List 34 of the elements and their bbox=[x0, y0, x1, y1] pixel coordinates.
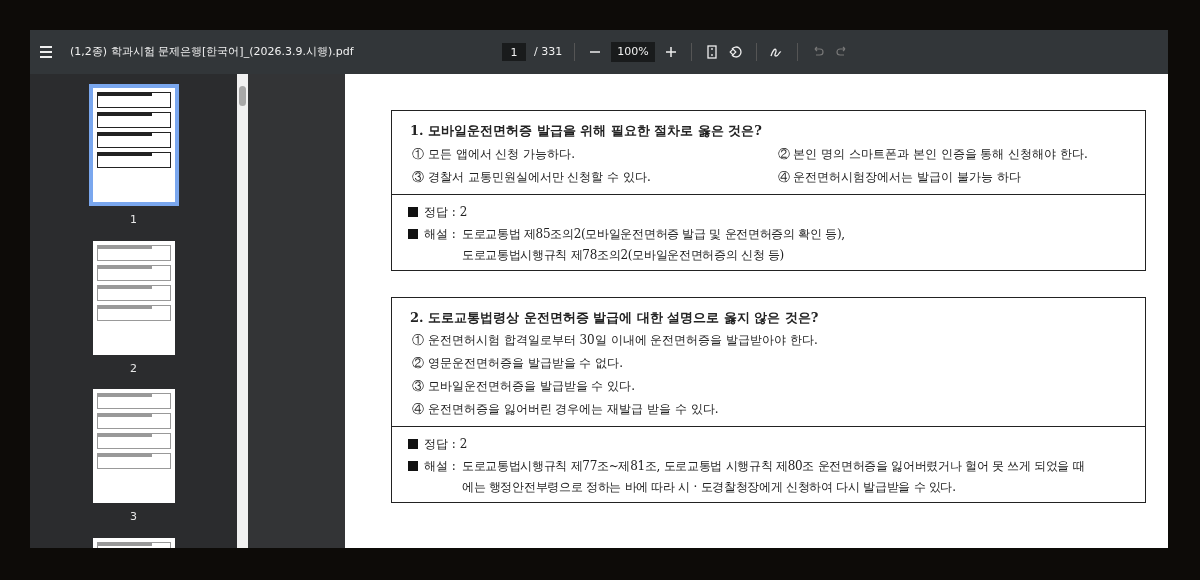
correct-answer: 정답 : 2 bbox=[424, 436, 468, 453]
zoom-level-field[interactable]: 100% bbox=[611, 41, 655, 63]
answer-option: ① 운전면허시험 합격일로부터 30일 이내에 운전면허증을 발급받아야 한다. bbox=[412, 331, 1127, 349]
scrollbar[interactable] bbox=[237, 74, 248, 548]
square-bullet-icon bbox=[408, 439, 418, 449]
document-title: (1,2종) 학과시험 문제은행[한국어]_(2026.3.9.시행).pdf bbox=[70, 43, 354, 60]
explanation-label: 해설 : bbox=[424, 225, 456, 243]
page-number-label: 1 bbox=[130, 212, 137, 228]
page-number-label: 3 bbox=[130, 509, 137, 525]
page-number-field[interactable]: 1 bbox=[502, 43, 526, 61]
explanation-text: 도로교통법시행규칙 제78조의2(모바일운전면허증의 신청 등) bbox=[461, 246, 785, 264]
page-thumbnail[interactable] bbox=[92, 389, 175, 503]
explanation-text: 도로교통법 제85조의2(모바일운전면허증 발급 및 운전면허증의 확인 등), bbox=[461, 225, 845, 243]
square-bullet-icon bbox=[408, 461, 418, 471]
question-title: 2. 도로교통법령상 운전면허증 발급에 대한 설명으로 옳지 않은 것은? bbox=[410, 308, 820, 327]
explanation-label: 해설 : bbox=[424, 458, 456, 475]
page-thumbnail[interactable] bbox=[92, 240, 175, 355]
answer-option: ③ 모바일운전면허증을 발급받을 수 있다. bbox=[412, 377, 1127, 395]
answer-option: ② 영문운전면허증을 발급받을 수 없다. bbox=[412, 354, 1127, 372]
explanation-text: 에는 행정안전부령으로 정하는 바에 따라 시 · 도경찰청장에게 신청하여 다시 발급받을 수 있다. bbox=[461, 479, 957, 496]
answer-option: ④ 운전면허증을 잃어버린 경우에는 재발급 받을 수 있다. bbox=[412, 400, 1127, 418]
answer-option: ③ 경찰서 교통민원실에서만 신청할 수 있다. bbox=[412, 167, 762, 186]
answer-option: ① 모든 앱에서 신청 가능하다. bbox=[412, 144, 762, 163]
rotate-icon[interactable] bbox=[727, 44, 744, 60]
answer-option: ② 본인 명의 스마트폰과 본인 인증을 통해 신청해야 한다. bbox=[777, 144, 1127, 163]
page-thumbnail[interactable] bbox=[88, 84, 179, 206]
square-bullet-icon bbox=[408, 228, 418, 239]
explanation-text: 도로교통법시행규칙 제77조~제81조, 도로교통법 시행규칙 제80조 운전면허증을 잃어버렸거나 헐어 못 쓰게 되었을 때 bbox=[461, 458, 1085, 475]
question-title: 1. 모바일운전면허증 발급을 위해 필요한 절차로 옳은 것은? bbox=[410, 122, 763, 140]
page-count: / 331 bbox=[534, 43, 563, 60]
correct-answer: 정답 : 2 bbox=[424, 203, 468, 221]
page-number-label: 2 bbox=[130, 360, 137, 377]
answer-option: ④ 운전면허시험장에서는 발급이 불가능 하다 bbox=[777, 167, 1127, 186]
square-bullet-icon bbox=[408, 206, 418, 217]
